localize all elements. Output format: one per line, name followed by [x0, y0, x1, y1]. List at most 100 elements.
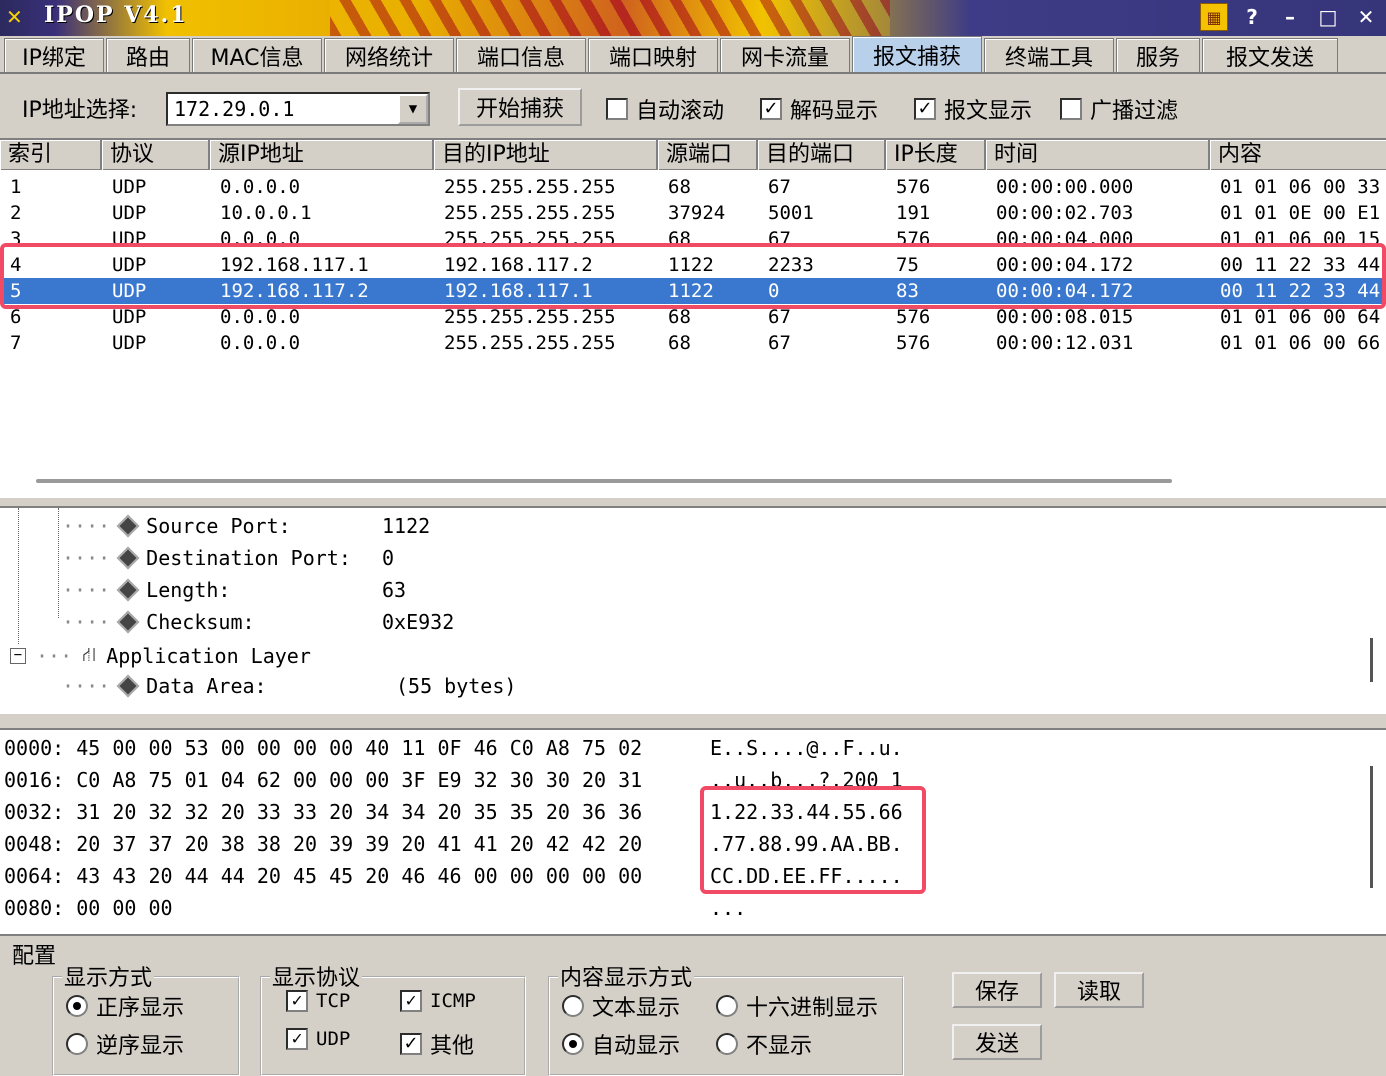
- radio-unselected[interactable]: [716, 1033, 738, 1055]
- tab-nic-traffic[interactable]: 网卡流量: [720, 38, 850, 72]
- tree-node-destination-port[interactable]: ···· Destination Port:: [62, 546, 351, 570]
- tab-network-stats[interactable]: 网络统计: [324, 38, 454, 72]
- radio-selected[interactable]: [562, 1033, 584, 1055]
- tree-node-source-port[interactable]: ···· Source Port:: [62, 514, 291, 538]
- packet-cell: 255.255.255.255: [444, 202, 616, 224]
- broadcast-filter-box[interactable]: [1060, 98, 1082, 120]
- packet-row[interactable]: 7 UDP 0.0.0.0 255.255.255.255 68 67 576 00:00:1…: [0, 330, 1386, 356]
- column-ip-length[interactable]: IP长度: [886, 140, 986, 170]
- column-dst-port[interactable]: 目的端口: [758, 140, 886, 170]
- tcp-box[interactable]: ✓: [286, 990, 308, 1012]
- text-display-radio[interactable]: 文本显示: [562, 990, 680, 1022]
- packet-cell: UDP: [112, 332, 147, 354]
- radio-unselected[interactable]: [716, 995, 738, 1017]
- app-icon[interactable]: ✕: [6, 6, 24, 28]
- tab-port-info[interactable]: 端口信息: [456, 38, 586, 72]
- auto-scroll-box[interactable]: [606, 98, 628, 120]
- icmp-box[interactable]: ✓: [400, 990, 422, 1012]
- column-src-ip[interactable]: 源IP地址: [210, 140, 434, 170]
- column-time[interactable]: 时间: [986, 140, 1210, 170]
- tab-port-mapping[interactable]: 端口映射: [588, 38, 718, 72]
- hex-dump[interactable]: 0000: 45 00 00 53 00 00 00 00 40 11 0F 4…: [0, 728, 1386, 934]
- packet-cell: 01 01 0E 00 E1: [1220, 202, 1381, 224]
- ip-select-dropdown[interactable]: 172.29.0.1 ▼: [166, 92, 430, 126]
- column-index[interactable]: 索引: [0, 140, 102, 170]
- hex-line: 0000: 45 00 00 53 00 00 00 00 40 11 0F 4…: [4, 736, 643, 760]
- decode-display-checkbox[interactable]: ✓ 解码显示: [760, 93, 878, 125]
- field-icon: [116, 546, 140, 570]
- tab-packet-capture[interactable]: 报文捕获: [852, 36, 982, 72]
- column-protocol[interactable]: 协议: [102, 140, 210, 170]
- minimize-icon[interactable]: –: [1276, 3, 1304, 31]
- packet-list[interactable]: 索引 协议 源IP地址 目的IP地址 源端口 目的端口 IP长度 时间 内容 1…: [0, 138, 1386, 498]
- tree-node-checksum[interactable]: ···· Checksum:: [62, 610, 255, 634]
- field-value: 0xE932: [382, 610, 455, 634]
- forward-order-radio[interactable]: 正序显示: [66, 990, 184, 1022]
- packet-cell: 192.168.117.1: [220, 254, 369, 276]
- tree-node-data-area[interactable]: ···· Data Area:: [62, 674, 267, 698]
- radio-unselected[interactable]: [562, 995, 584, 1017]
- packet-cell: UDP: [112, 228, 147, 250]
- packet-row[interactable]: 4 UDP 192.168.117.1 192.168.117.2 1122 2233 75…: [0, 252, 1386, 278]
- packet-cell: 37924: [668, 202, 726, 224]
- hex-line: 0016: C0 A8 75 01 04 62 00 00 00 3F E9 3…: [4, 768, 643, 792]
- hex-scrollbar[interactable]: [1370, 766, 1373, 888]
- no-display-radio[interactable]: 不显示: [716, 1028, 812, 1060]
- packet-row[interactable]: 2 UDP 10.0.0.1 255.255.255.255 37924 5001 191 0…: [0, 200, 1386, 226]
- packet-display-checkbox[interactable]: ✓ 报文显示: [914, 93, 1032, 125]
- packet-cell: 1122: [668, 280, 714, 302]
- auto-scroll-checkbox[interactable]: 自动滚动: [606, 93, 724, 125]
- packet-cell: 67: [768, 228, 791, 250]
- other-box[interactable]: ✓: [400, 1033, 422, 1055]
- close-icon[interactable]: ✕: [1352, 3, 1380, 31]
- column-dst-ip[interactable]: 目的IP地址: [434, 140, 658, 170]
- tab-services[interactable]: 服务: [1116, 38, 1200, 72]
- tree-node-application-layer[interactable]: − ··· ⛙ Application Layer: [10, 642, 311, 669]
- decode-display-box[interactable]: ✓: [760, 98, 782, 120]
- packet-cell: 10.0.0.1: [220, 202, 312, 224]
- broadcast-filter-checkbox[interactable]: 广播过滤: [1060, 93, 1178, 125]
- packet-row[interactable]: 5 UDP 192.168.117.2 192.168.117.1 1122 0 83 00:…: [0, 278, 1386, 304]
- help-icon[interactable]: ?: [1238, 3, 1266, 31]
- read-button[interactable]: 读取: [1054, 972, 1144, 1008]
- chevron-down-icon[interactable]: ▼: [398, 94, 428, 124]
- column-src-port[interactable]: 源端口: [658, 140, 758, 170]
- auto-scroll-label: 自动滚动: [636, 99, 725, 124]
- packet-display-box[interactable]: ✓: [914, 98, 936, 120]
- layer-name: Application Layer: [106, 643, 311, 668]
- field-name: Checksum:: [146, 610, 255, 634]
- packet-cell: 255.255.255.255: [444, 332, 616, 354]
- horizontal-scrollbar[interactable]: [36, 479, 1172, 483]
- auto-display-radio[interactable]: 自动显示: [562, 1028, 680, 1060]
- packet-cell: 0.0.0.0: [220, 176, 301, 198]
- tab-packet-send[interactable]: 报文发送: [1202, 38, 1338, 72]
- tab-route[interactable]: 路由: [106, 38, 190, 72]
- send-button[interactable]: 发送: [952, 1024, 1042, 1060]
- tab-mac-info[interactable]: MAC信息: [192, 38, 322, 72]
- packet-row[interactable]: 3 UDP 0.0.0.0 255.255.255.255 68 67 576 00:00:0…: [0, 226, 1386, 252]
- other-checkbox[interactable]: ✓ 其他: [400, 1028, 474, 1060]
- packet-cell: 00 11 22 33 44: [1220, 254, 1381, 276]
- packet-row[interactable]: 1 UDP 0.0.0.0 255.255.255.255 68 67 576 00:00:0…: [0, 174, 1386, 200]
- radio-unselected[interactable]: [66, 1033, 88, 1055]
- icmp-checkbox[interactable]: ✓ ICMP: [400, 990, 476, 1012]
- hex-display-radio[interactable]: 十六进制显示: [716, 990, 878, 1022]
- field-icon: [116, 610, 140, 634]
- tab-ip-binding[interactable]: IP绑定: [4, 38, 104, 72]
- decode-tree[interactable]: ···· Source Port: 1122 ···· Destination …: [0, 506, 1386, 714]
- udp-box[interactable]: ✓: [286, 1028, 308, 1050]
- column-content[interactable]: 内容: [1210, 140, 1386, 170]
- collapse-icon[interactable]: −: [10, 647, 26, 664]
- tab-terminal-tools[interactable]: 终端工具: [984, 38, 1114, 72]
- packet-row[interactable]: 6 UDP 0.0.0.0 255.255.255.255 68 67 576 00:00:0…: [0, 304, 1386, 330]
- start-capture-button[interactable]: 开始捕获: [458, 88, 582, 126]
- tree-scrollbar[interactable]: [1370, 638, 1373, 682]
- radio-selected[interactable]: [66, 995, 88, 1017]
- tree-node-length[interactable]: ···· Length:: [62, 578, 230, 602]
- maximize-icon[interactable]: □: [1314, 3, 1342, 31]
- save-button[interactable]: 保存: [952, 972, 1042, 1008]
- tcp-checkbox[interactable]: ✓ TCP: [286, 990, 350, 1012]
- udp-checkbox[interactable]: ✓ UDP: [286, 1028, 350, 1050]
- settings-icon[interactable]: ▦: [1200, 3, 1228, 31]
- reverse-order-radio[interactable]: 逆序显示: [66, 1028, 184, 1060]
